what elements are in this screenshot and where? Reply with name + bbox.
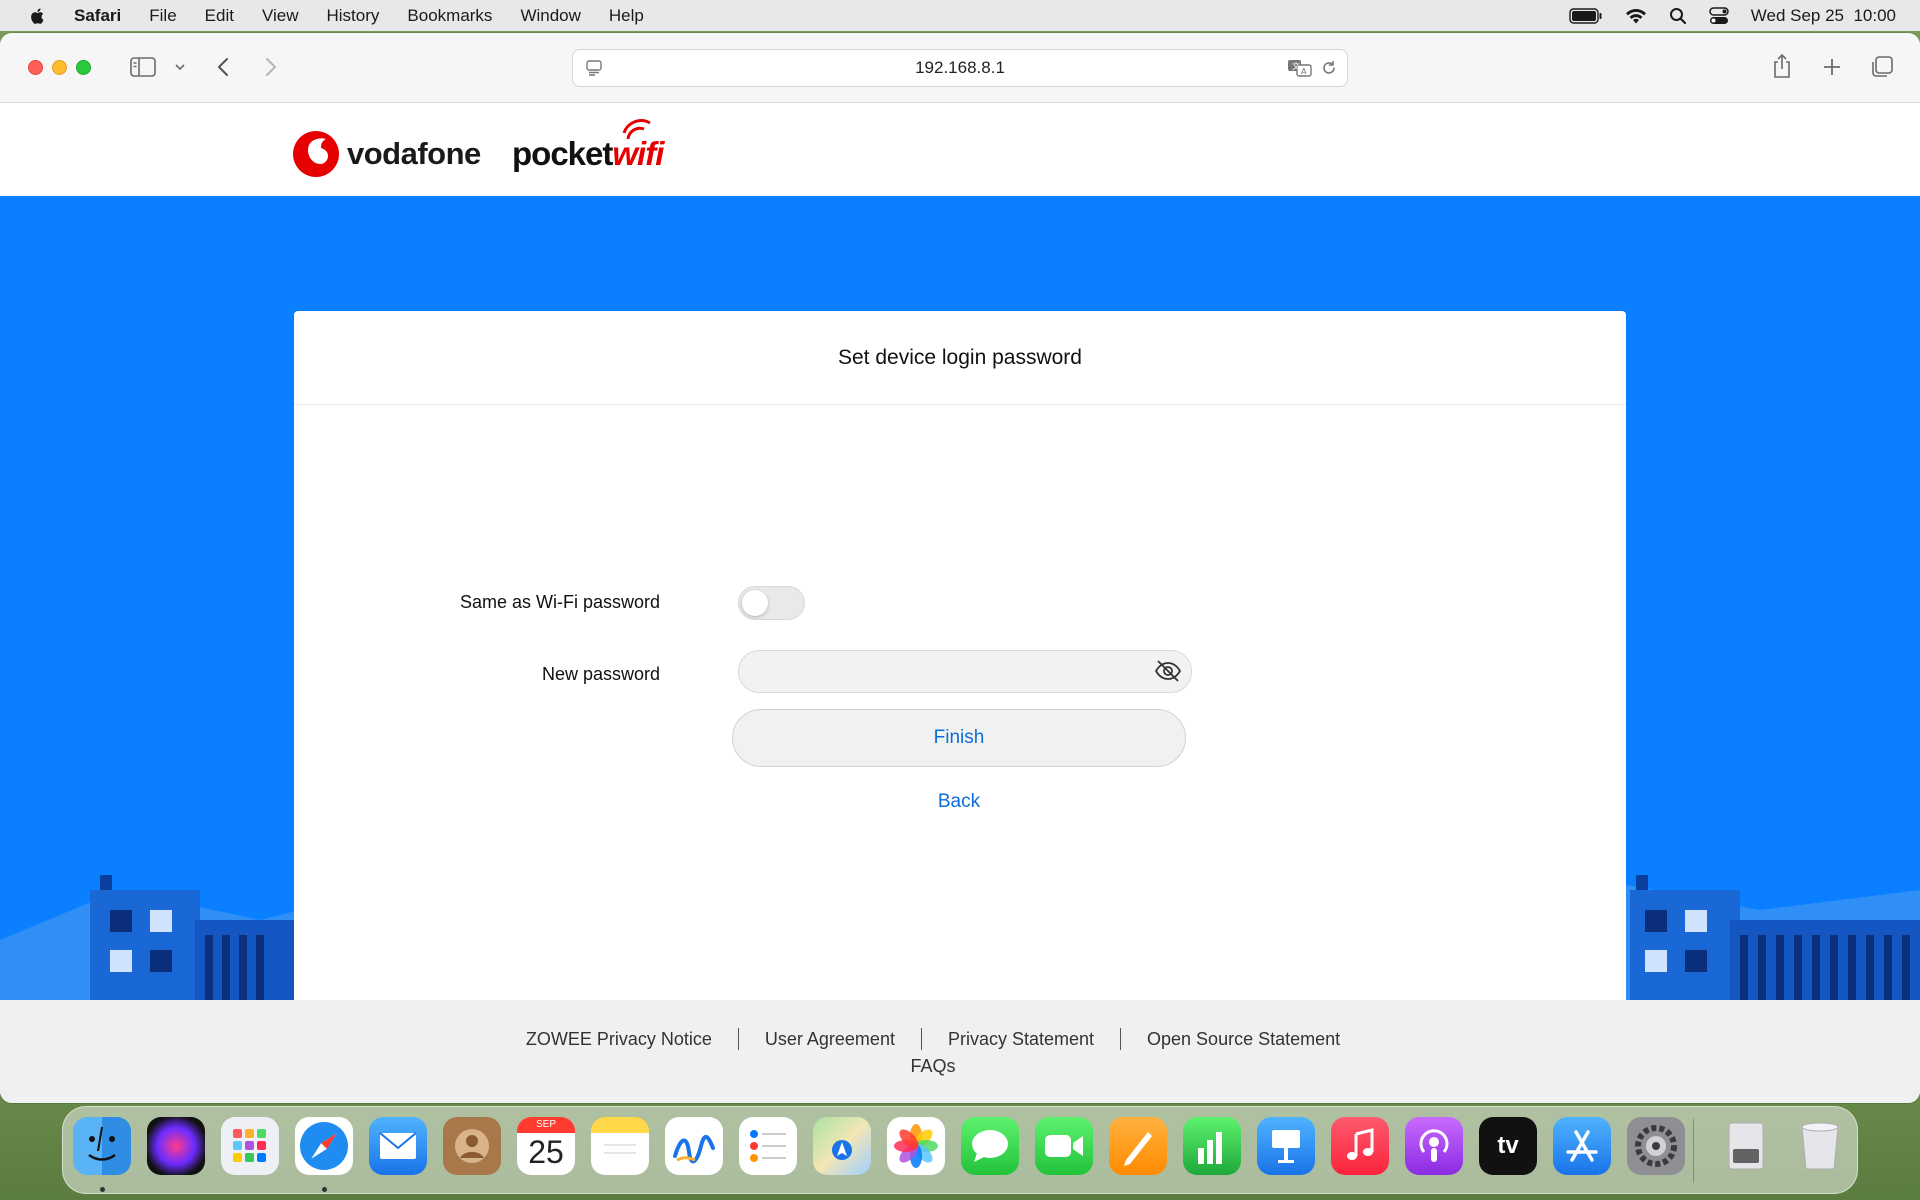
reload-icon[interactable] [1321,60,1337,76]
pocketwifi-wordmark-prefix: pocket [512,135,613,172]
footer-link-faqs[interactable]: FAQs [0,1056,1866,1077]
same-as-wifi-toggle[interactable] [738,586,805,620]
app-store-icon[interactable] [1553,1117,1611,1175]
reminders-icon[interactable] [739,1117,797,1175]
facetime-icon[interactable] [1035,1117,1093,1175]
menu-history[interactable]: History [327,6,380,26]
back-navigation-icon[interactable] [216,57,230,77]
menu-app-name[interactable]: Safari [74,6,121,26]
menu-bar-clock[interactable]: Wed Sep 25 10:00 [1751,6,1896,26]
spotlight-search-icon[interactable] [1669,7,1687,25]
menu-window[interactable]: Window [520,6,580,26]
footer-link-open-source-statement[interactable]: Open Source Statement [1147,1029,1340,1050]
notes-icon[interactable] [591,1117,649,1175]
footer-links: ZOWEE Privacy Notice User Agreement Priv… [0,1028,1866,1050]
new-tab-icon[interactable] [1822,57,1842,77]
share-icon[interactable] [1772,53,1792,79]
vodafone-wordmark: vodafone [347,136,481,171]
svg-text:文: 文 [1292,61,1300,71]
safari-window: 192.168.8.1 文 A vodafone pocketwifi Set … [0,33,1920,1103]
keynote-icon[interactable] [1257,1117,1315,1175]
vodafone-speechmark-icon [293,131,339,177]
music-icon[interactable] [1331,1117,1389,1175]
footer-separator [1120,1028,1122,1050]
wifi-signal-arcs-icon [622,119,651,140]
trash-icon[interactable] [1791,1117,1849,1175]
podcasts-icon[interactable] [1405,1117,1463,1175]
finder-icon[interactable] [73,1117,131,1175]
brand-header: vodafone pocketwifi [0,103,1920,196]
toggle-knob [742,590,768,616]
forward-navigation-icon[interactable] [264,57,278,77]
vodafone-logo[interactable]: vodafone [293,131,481,177]
battery-icon[interactable] [1569,7,1603,24]
browser-toolbar: 192.168.8.1 文 A [0,33,1920,103]
siri-icon[interactable] [147,1117,205,1175]
mail-icon[interactable] [369,1117,427,1175]
url-text[interactable]: 192.168.8.1 [915,58,1005,78]
system-settings-icon[interactable] [1627,1117,1685,1175]
running-indicator [100,1187,105,1192]
running-indicator [322,1187,327,1192]
menu-file[interactable]: File [149,6,176,26]
setup-card: Set device login password Same as Wi-Fi … [294,311,1626,1071]
calendar-icon[interactable]: SEP 25 [517,1117,575,1175]
finish-button[interactable]: Finish [732,709,1186,767]
translate-icon[interactable]: 文 A [1287,59,1313,77]
close-window-button[interactable] [28,60,43,75]
messages-icon[interactable] [961,1117,1019,1175]
hide-password-eye-icon[interactable] [1154,659,1182,683]
minimize-window-button[interactable] [52,60,67,75]
address-bar[interactable]: 192.168.8.1 文 A [572,49,1348,87]
footer-separator [737,1028,739,1050]
apple-menu-icon[interactable] [28,6,48,26]
apple-tv-icon[interactable]: tv [1479,1117,1537,1175]
contacts-icon[interactable] [443,1117,501,1175]
freeform-icon[interactable] [665,1117,723,1175]
photos-icon[interactable] [887,1117,945,1175]
disk-utility-icon[interactable] [1717,1117,1775,1175]
menu-bar: Safari File Edit View History Bookmarks … [0,0,1920,31]
launchpad-icon[interactable] [221,1117,279,1175]
apple-tv-label: tv [1497,1132,1519,1159]
calendar-month: SEP [517,1117,575,1133]
menu-bookmarks[interactable]: Bookmarks [407,6,492,26]
wifi-icon[interactable] [1625,7,1647,25]
zoom-window-button[interactable] [76,60,91,75]
numbers-icon[interactable] [1183,1117,1241,1175]
menu-view[interactable]: View [262,6,299,26]
footer-link-zowee-privacy-notice[interactable]: ZOWEE Privacy Notice [526,1029,712,1050]
footer-link-privacy-statement[interactable]: Privacy Statement [948,1029,1094,1050]
calendar-day: 25 [528,1134,564,1170]
page-menu-icon[interactable] [585,59,603,77]
back-link[interactable]: Back [732,791,1186,813]
same-as-wifi-label: Same as Wi-Fi password [459,592,660,612]
new-password-label: New password [541,664,660,684]
svg-text:A: A [1301,67,1307,76]
maps-icon[interactable] [813,1117,871,1175]
new-password-input[interactable] [738,650,1192,693]
card-title: Set device login password [294,311,1626,405]
chevron-down-icon[interactable] [174,63,186,71]
sidebar-toggle-icon[interactable] [130,57,156,77]
safari-icon[interactable] [295,1117,353,1175]
footer-link-user-agreement[interactable]: User Agreement [765,1029,895,1050]
menu-edit[interactable]: Edit [205,6,234,26]
tab-overview-icon[interactable] [1870,55,1894,79]
page-footer: ZOWEE Privacy Notice User Agreement Priv… [0,1000,1920,1103]
dock-separator [1693,1119,1694,1183]
footer-separator [920,1028,922,1050]
pages-icon[interactable] [1109,1117,1167,1175]
menu-help[interactable]: Help [609,6,644,26]
router-setup-page: vodafone pocketwifi Set device login pas… [0,103,1920,1103]
dock: SEP 25 tv [62,1106,1858,1194]
control-center-icon[interactable] [1709,6,1729,25]
